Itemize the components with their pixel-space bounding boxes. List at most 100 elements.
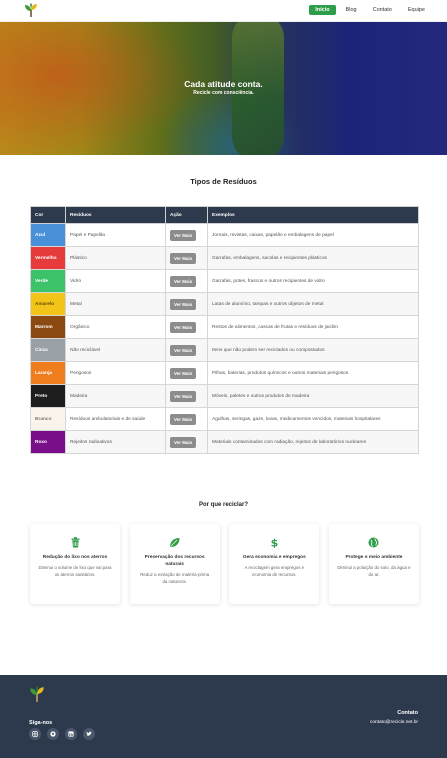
waste-type-cell: Vidro [65, 269, 166, 293]
table-row: Roxo Rejeitos radioativos Ver Mais Materiai… [30, 430, 419, 454]
contact-email[interactable]: contato@recicle.net.br [370, 720, 418, 725]
color-swatch-cell: Preto [30, 384, 66, 408]
action-cell: Ver Mais [165, 269, 208, 293]
social-links [29, 728, 95, 740]
waste-types-table: Cor Resíduos Ação Exemplos Azul Papel e P… [30, 206, 419, 454]
color-swatch-cell: Azul [30, 223, 66, 247]
nav-link-blog[interactable]: Blog [340, 5, 363, 15]
ver-mais-button[interactable]: Ver Mais [170, 252, 197, 264]
hero-title: Cada atitude conta. [184, 79, 263, 89]
action-cell: Ver Mais [165, 315, 208, 339]
ver-mais-button[interactable]: Ver Mais [170, 344, 197, 356]
waste-type-cell: Perigosos [65, 361, 166, 385]
ver-mais-button[interactable]: Ver Mais [170, 275, 197, 287]
header-examples: Exemplos [207, 206, 419, 224]
benefits-cards: Redução do lixo nos aterros Diminui o vo… [30, 524, 419, 604]
table-row: Amarelo Metal Ver Mais Latas de alumínio, t… [30, 292, 419, 316]
footer: Siga-nos Contato contato@recicle.net.br [0, 675, 447, 758]
color-swatch-cell: Roxo [30, 430, 66, 454]
ver-mais-button[interactable]: Ver Mais [170, 229, 197, 241]
benefit-card-icon-wrap: $ [229, 536, 319, 549]
trash-icon [71, 536, 79, 547]
examples-cell: Garrafas, potes, frascos e outros recipi… [207, 269, 419, 293]
benefit-card-desc: A reciclagem gera empregos e economia de… [244, 565, 305, 577]
table-row: Vermelho Plástico Ver Mais Garrafas, embala… [30, 246, 419, 270]
action-cell: Ver Mais [165, 246, 208, 270]
action-cell: Ver Mais [165, 407, 208, 431]
action-cell: Ver Mais [165, 361, 208, 385]
nav-link-inicio[interactable]: Início [309, 5, 336, 15]
benefit-card-title: Gera economia e empregos [242, 555, 306, 560]
table-row: Marrom Orgânico Ver Mais Restos de alimento… [30, 315, 419, 339]
action-cell: Ver Mais [165, 223, 208, 247]
color-swatch-cell: Vermelho [30, 246, 66, 270]
benefit-card: Redução do lixo nos aterros Diminui o vo… [30, 524, 120, 604]
benefit-card: Protege o meio ambiente Diminui a poluiç… [328, 524, 419, 604]
waste-type-cell: Metal [65, 292, 166, 316]
benefit-card-icon-wrap [130, 536, 220, 548]
ver-mais-button[interactable]: Ver Mais [170, 321, 197, 333]
table-row: Laranja Perigosos Ver Mais Pilhas, baterias… [30, 361, 419, 385]
table-row: Cinza Não reciclável Ver Mais Itens que não… [30, 338, 419, 362]
linkedin-icon[interactable] [65, 728, 77, 740]
waste-type-cell: Madeira [65, 384, 166, 408]
color-swatch-cell: Cinza [30, 338, 66, 362]
benefit-card-icon-wrap [30, 536, 120, 548]
table-header-row: Cor Resíduos Ação Exemplos [30, 206, 419, 224]
benefit-card: $ Gera economia e empregos A reciclagem … [229, 524, 320, 604]
benefit-card-icon-wrap [329, 536, 419, 548]
follow-us-label: Siga-nos [29, 720, 53, 726]
benefit-card: Preservação dos recursos naturais Reduz … [129, 524, 220, 604]
waste-section-title: Tipos de Resíduos [190, 177, 257, 186]
color-swatch-cell: Marrom [30, 315, 66, 339]
main-nav: Início Blog Contato Equipe [305, 5, 431, 15]
footer-logo-icon [30, 686, 44, 702]
nav-link-contato[interactable]: Contato [367, 5, 398, 15]
ver-mais-button[interactable]: Ver Mais [170, 390, 197, 402]
waste-type-cell: Orgânico [65, 315, 166, 339]
waste-type-cell: Resíduos ambulatoriais e de saúde [65, 407, 166, 431]
leaf-icon [170, 537, 180, 547]
waste-type-cell: Não reciclável [65, 338, 166, 362]
color-swatch-cell: Verde [30, 269, 66, 293]
table-row: Verde Vidro Ver Mais Garrafas, potes, frasc… [30, 269, 419, 293]
examples-cell: Pilhas, baterias, produtos químicos e ou… [207, 361, 419, 385]
ver-mais-button[interactable]: Ver Mais [170, 413, 197, 425]
globe-icon [368, 537, 379, 547]
benefit-card-desc: Diminui o volume de lixo que vai para os… [38, 565, 112, 577]
examples-cell: Agulhas, seringas, gaze, luvas, medicame… [207, 407, 419, 431]
header-action: Ação [165, 206, 208, 224]
why-section-title: Por que reciclar? [198, 502, 249, 508]
benefit-card-title: Preservação dos recursos naturais [144, 555, 205, 567]
ver-mais-button[interactable]: Ver Mais [170, 367, 197, 379]
color-swatch-cell: Amarelo [30, 292, 66, 316]
logo-icon[interactable] [24, 2, 38, 18]
table-row: Preto Madeira Ver Mais Móveis, paletes e ou… [30, 384, 419, 408]
examples-cell: Materiais contaminados com radiação, rej… [207, 430, 419, 454]
nav-link-equipe[interactable]: Equipe [402, 5, 431, 15]
color-swatch-cell: Laranja [30, 361, 66, 385]
examples-cell: Garrafas, embalagens, sacolas e recipien… [207, 246, 419, 270]
dollar-icon: $ [271, 537, 278, 549]
color-swatch-cell: Branco [30, 407, 66, 431]
ver-mais-button[interactable]: Ver Mais [170, 298, 197, 310]
examples-cell: Móveis, paletes e outros produtos de mad… [207, 384, 419, 408]
ver-mais-button[interactable]: Ver Mais [170, 436, 197, 448]
svg-text:$: $ [271, 537, 278, 549]
top-navbar: Início Blog Contato Equipe [0, 0, 447, 22]
waste-type-cell: Rejeitos radioativos [65, 430, 166, 454]
twitter-icon[interactable] [83, 728, 95, 740]
hero-subtitle: Recicle com consciência. [193, 90, 254, 96]
instagram-icon[interactable] [29, 728, 41, 740]
contact-title: Contato [397, 710, 418, 716]
examples-cell: Restos de alimentos, cascas de frutas e … [207, 315, 419, 339]
benefit-card-title: Redução do lixo nos aterros [42, 555, 108, 560]
examples-cell: Itens que não podem ser reciclados ou co… [207, 338, 419, 362]
github-icon[interactable] [47, 728, 59, 740]
action-cell: Ver Mais [165, 384, 208, 408]
table-row: Azul Papel e Papelão Ver Mais Jornais, revi… [30, 223, 419, 247]
table-row: Branco Resíduos ambulatoriais e de saúde V… [30, 407, 419, 431]
examples-cell: Jornais, revistas, caixas, papelão e emb… [207, 223, 419, 247]
header-color: Cor [30, 206, 66, 224]
action-cell: Ver Mais [165, 292, 208, 316]
